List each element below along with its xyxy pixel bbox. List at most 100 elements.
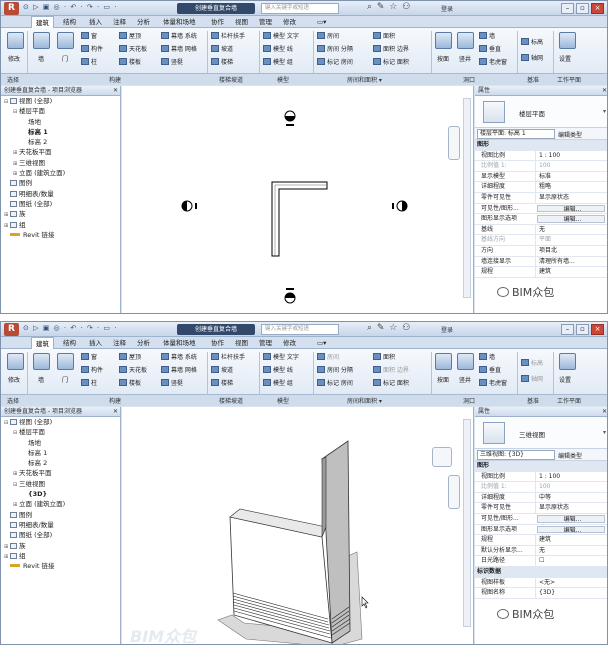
set-workplane-icon[interactable] <box>559 353 576 370</box>
tree-item[interactable]: 明细表/数量 <box>1 520 120 530</box>
panel-room-area[interactable]: 房间和面积 ▾ <box>347 396 382 405</box>
tab-extra-dropdown[interactable]: ▭▾ <box>317 16 326 28</box>
tab-modify[interactable]: 修改 <box>283 337 296 349</box>
curtain-system-button[interactable]: 幕墙 系统 <box>161 32 197 41</box>
tree-item[interactable]: ⊞ 族 <box>1 209 120 219</box>
model-text-button[interactable]: 模型 文字 <box>263 32 299 41</box>
tab-manage[interactable]: 管理 <box>259 16 272 28</box>
vertical-scrollbar[interactable] <box>463 98 471 298</box>
grid-button[interactable]: 轴网 <box>521 54 543 63</box>
search-input[interactable]: 键入关键字或短语 <box>261 324 339 335</box>
edit-button[interactable]: 编辑... <box>537 514 605 523</box>
infocenter-icons[interactable]: ⌕ ✎ ☆ ⚇ <box>367 2 439 15</box>
property-value[interactable]: 1 : 100 <box>535 471 607 482</box>
tree-item[interactable]: 标高 1 <box>1 448 120 458</box>
roof-button[interactable]: 屋顶 <box>119 32 141 41</box>
quick-access-toolbar[interactable]: ⊙ ▷ ▣ ◎ · ↶ · ↷ · ▭ · <box>23 3 173 14</box>
tree-item[interactable]: ⊞ 立面 (建筑立面) <box>1 168 120 178</box>
wall-opening-button[interactable]: 墙 <box>479 353 495 362</box>
vertical-scrollbar[interactable] <box>463 419 471 627</box>
property-value[interactable]: <无> <box>535 577 607 588</box>
door-icon[interactable] <box>57 32 74 49</box>
infocenter-icons[interactable]: ⌕ ✎ ☆ ⚇ <box>367 323 439 336</box>
property-value[interactable]: 标准 <box>535 171 607 182</box>
tab-extra-dropdown[interactable]: ▭▾ <box>317 337 326 349</box>
room-separator-button[interactable]: 房间 分隔 <box>317 366 353 375</box>
tree-item[interactable]: ⊞ 三维视图 <box>1 158 120 168</box>
vertical-opening-button[interactable]: 垂直 <box>479 45 501 54</box>
property-value[interactable]: 建筑 <box>535 267 607 277</box>
viewcube[interactable] <box>432 447 452 467</box>
model-line-button[interactable]: 模型 线 <box>263 366 293 375</box>
shaft-icon[interactable] <box>457 353 474 370</box>
property-value[interactable]: 无 <box>535 224 607 235</box>
edit-type-button[interactable]: 编辑类型 <box>558 130 582 139</box>
ceiling-button[interactable]: 天花板 <box>119 366 147 375</box>
type-selector[interactable]: 楼层平面 ▾ <box>475 96 607 128</box>
tree-item[interactable]: 图纸 (全部) <box>1 199 120 209</box>
tree-item[interactable]: ⊟ 三维视图 <box>1 479 120 489</box>
floor-button[interactable]: 楼板 <box>119 379 141 388</box>
area-button[interactable]: 面积 <box>373 32 395 41</box>
tag-room-button[interactable]: 标记 房间 <box>317 379 353 388</box>
quick-access-toolbar[interactable]: ⊙ ▷ ▣ ◎ · ↶ · ↷ · ▭ · <box>23 324 173 335</box>
tree-item[interactable]: 标高 1 <box>1 127 120 137</box>
window-button[interactable]: 窗 <box>81 32 97 41</box>
tree-item[interactable]: ⊟ 视图 (全部) <box>1 417 120 427</box>
tab-massing-site[interactable]: 体量和场地 <box>163 16 196 28</box>
stair-button[interactable]: 楼梯 <box>211 379 233 388</box>
ceiling-button[interactable]: 天花板 <box>119 45 147 54</box>
floor-plan-drawing[interactable] <box>122 86 474 314</box>
elevation-marker-east[interactable] <box>392 200 408 212</box>
tab-insert[interactable]: 插入 <box>89 337 102 349</box>
instance-filter-select[interactable]: 三维视图: {3D} <box>477 450 555 460</box>
maximize-button[interactable]: ▫ <box>576 324 589 335</box>
property-value[interactable]: 1 : 100 <box>535 150 607 161</box>
tab-analyze[interactable]: 分析 <box>137 16 150 28</box>
level-button[interactable]: 标高 <box>521 38 543 47</box>
edit-button[interactable]: 编辑... <box>537 525 605 534</box>
tree-item[interactable]: ⊞ 族 <box>1 541 120 551</box>
navigation-bar[interactable] <box>448 126 460 160</box>
area-boundary-button[interactable]: 面积 边界 <box>373 45 409 54</box>
panel-select[interactable]: 选择 <box>7 396 19 405</box>
curtain-grid-button[interactable]: 幕墙 网格 <box>161 366 197 375</box>
tab-collaborate[interactable]: 协作 <box>211 16 224 28</box>
tree-item[interactable]: {3D} <box>1 489 120 499</box>
ramp-button[interactable]: 坡道 <box>211 366 233 375</box>
tree-item[interactable]: Revit 链接 <box>1 230 120 240</box>
tab-structure[interactable]: 结构 <box>63 337 76 349</box>
room-separator-button[interactable]: 房间 分隔 <box>317 45 353 54</box>
property-value[interactable]: 项目北 <box>535 245 607 256</box>
room-button[interactable]: 房间 <box>317 353 339 362</box>
navigation-bar[interactable] <box>448 475 460 509</box>
tab-massing-site[interactable]: 体量和场地 <box>163 337 196 349</box>
wall-icon[interactable] <box>33 353 50 370</box>
property-value[interactable]: 显示原状态 <box>535 192 607 203</box>
tag-room-button[interactable]: 标记 房间 <box>317 58 353 67</box>
close-button[interactable]: × <box>591 3 604 14</box>
property-value[interactable]: 无 <box>535 545 607 556</box>
tree-item[interactable]: 明细表/数量 <box>1 189 120 199</box>
dormer-button[interactable]: 老虎窗 <box>479 58 507 67</box>
mullion-button[interactable]: 竖梃 <box>161 379 183 388</box>
property-group-identity[interactable]: 标识数据 <box>475 566 607 578</box>
model-text-button[interactable]: 模型 文字 <box>263 353 299 362</box>
tag-area-button[interactable]: 标记 面积 <box>373 379 409 388</box>
tab-collaborate[interactable]: 协作 <box>211 337 224 349</box>
model-group-button[interactable]: 模型 组 <box>263 58 293 67</box>
tree-item[interactable]: ⊞ 立面 (建筑立面) <box>1 499 120 509</box>
tab-architecture[interactable]: 建筑 <box>31 16 54 28</box>
door-icon[interactable] <box>57 353 74 370</box>
modify-icon[interactable] <box>7 32 24 49</box>
property-value[interactable]: 中等 <box>535 492 607 503</box>
instance-filter-select[interactable]: 楼层平面: 标高 1 <box>477 129 555 139</box>
by-face-icon[interactable] <box>435 353 452 370</box>
tree-item[interactable]: ⊞ 天花板平面 <box>1 468 120 478</box>
tree-item[interactable]: 场地 <box>1 117 120 127</box>
panel-select[interactable]: 选择 <box>7 75 19 84</box>
stair-button[interactable]: 楼梯 <box>211 58 233 67</box>
roof-button[interactable]: 屋顶 <box>119 353 141 362</box>
3d-wall-view[interactable] <box>122 407 474 645</box>
tree-item[interactable]: 标高 2 <box>1 137 120 147</box>
